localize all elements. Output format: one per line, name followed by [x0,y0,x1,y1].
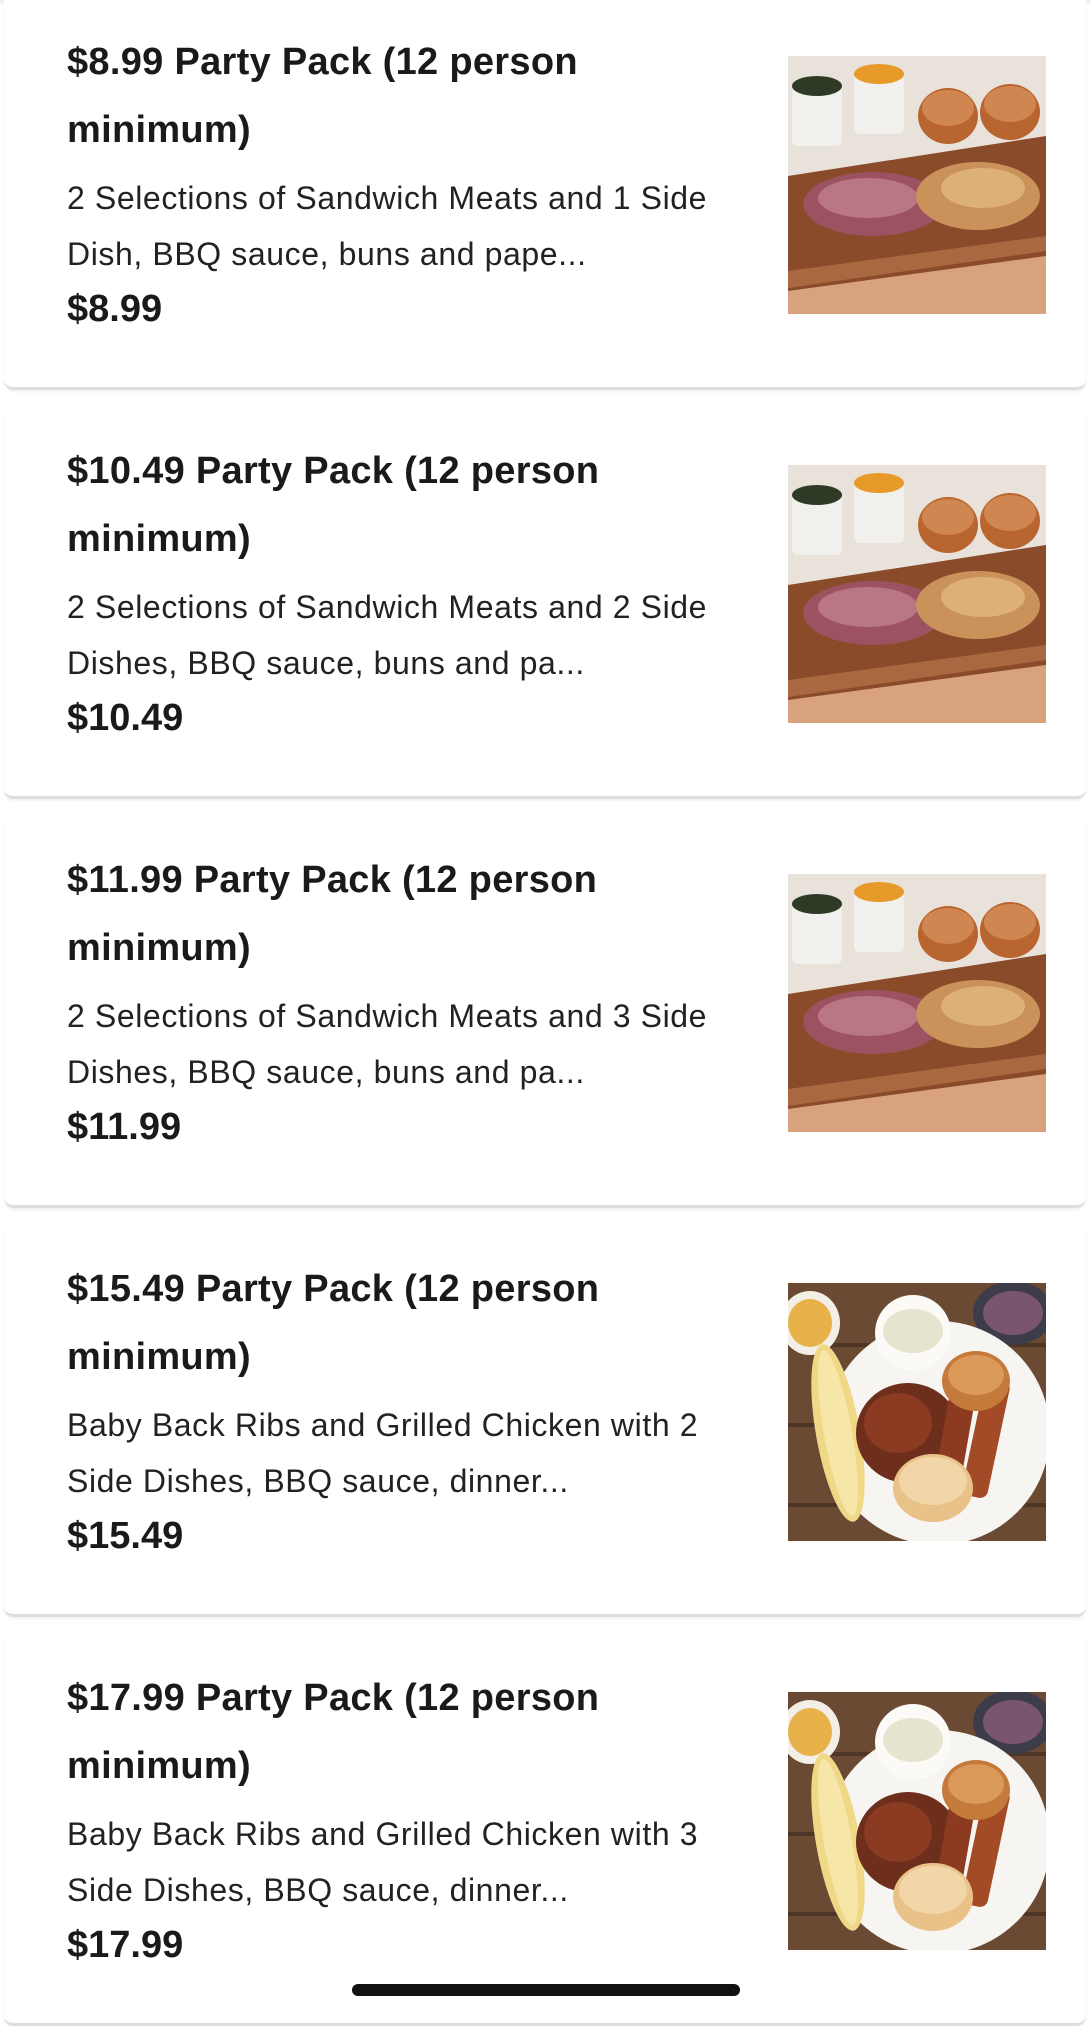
ribs-chicken-platter-photo[interactable] [788,1692,1046,1950]
menu-item-card[interactable]: $10.49 Party Pack (12 person minimum) 2 … [4,409,1086,799]
menu-item-price: $17.99 [67,1924,184,1966]
ribs-chicken-platter-photo[interactable] [788,1283,1046,1541]
menu-item-text: $8.99 Party Pack (12 person minimum) 2 S… [67,28,747,336]
menu-item-price: $15.49 [67,1515,184,1557]
pulled-pork-board-photo[interactable] [788,465,1046,723]
menu-item-description: 2 Selections of Sandwich Meats and 2 Sid… [67,589,708,681]
menu-item-description: 2 Selections of Sandwich Meats and 1 Sid… [67,180,708,272]
menu-item-card[interactable]: $17.99 Party Pack (12 person minimum) Ba… [4,1636,1086,2026]
menu-item-price: $8.99 [67,288,163,330]
menu-item-text: $17.99 Party Pack (12 person minimum) Ba… [67,1664,747,1972]
menu-item-price: $11.99 [67,1106,182,1148]
menu-item-text: $15.49 Party Pack (12 person minimum) Ba… [67,1255,747,1563]
menu-item-name: $8.99 Party Pack (12 person minimum) [67,41,578,151]
pulled-pork-board-photo[interactable] [788,56,1046,314]
menu-item-description: Baby Back Ribs and Grilled Chicken with … [67,1407,699,1499]
menu-item-name: $17.99 Party Pack (12 person minimum) [67,1677,600,1787]
pulled-pork-board-photo[interactable] [788,874,1046,1132]
menu-item-price: $10.49 [67,697,184,739]
home-indicator[interactable] [352,1984,740,1996]
menu-item-name: $15.49 Party Pack (12 person minimum) [67,1268,600,1378]
menu-item-card[interactable]: $11.99 Party Pack (12 person minimum) 2 … [4,818,1086,1208]
menu-item-text: $11.99 Party Pack (12 person minimum) 2 … [67,846,747,1154]
menu-item-description: 2 Selections of Sandwich Meats and 3 Sid… [67,998,708,1090]
menu-item-card[interactable]: $8.99 Party Pack (12 person minimum) 2 S… [4,0,1086,390]
menu-item-name: $11.99 Party Pack (12 person minimum) [67,859,598,969]
menu-item-description: Baby Back Ribs and Grilled Chicken with … [67,1816,699,1908]
menu-item-card[interactable]: $15.49 Party Pack (12 person minimum) Ba… [4,1227,1086,1617]
menu-item-name: $10.49 Party Pack (12 person minimum) [67,450,600,560]
menu-item-text: $10.49 Party Pack (12 person minimum) 2 … [67,437,747,745]
